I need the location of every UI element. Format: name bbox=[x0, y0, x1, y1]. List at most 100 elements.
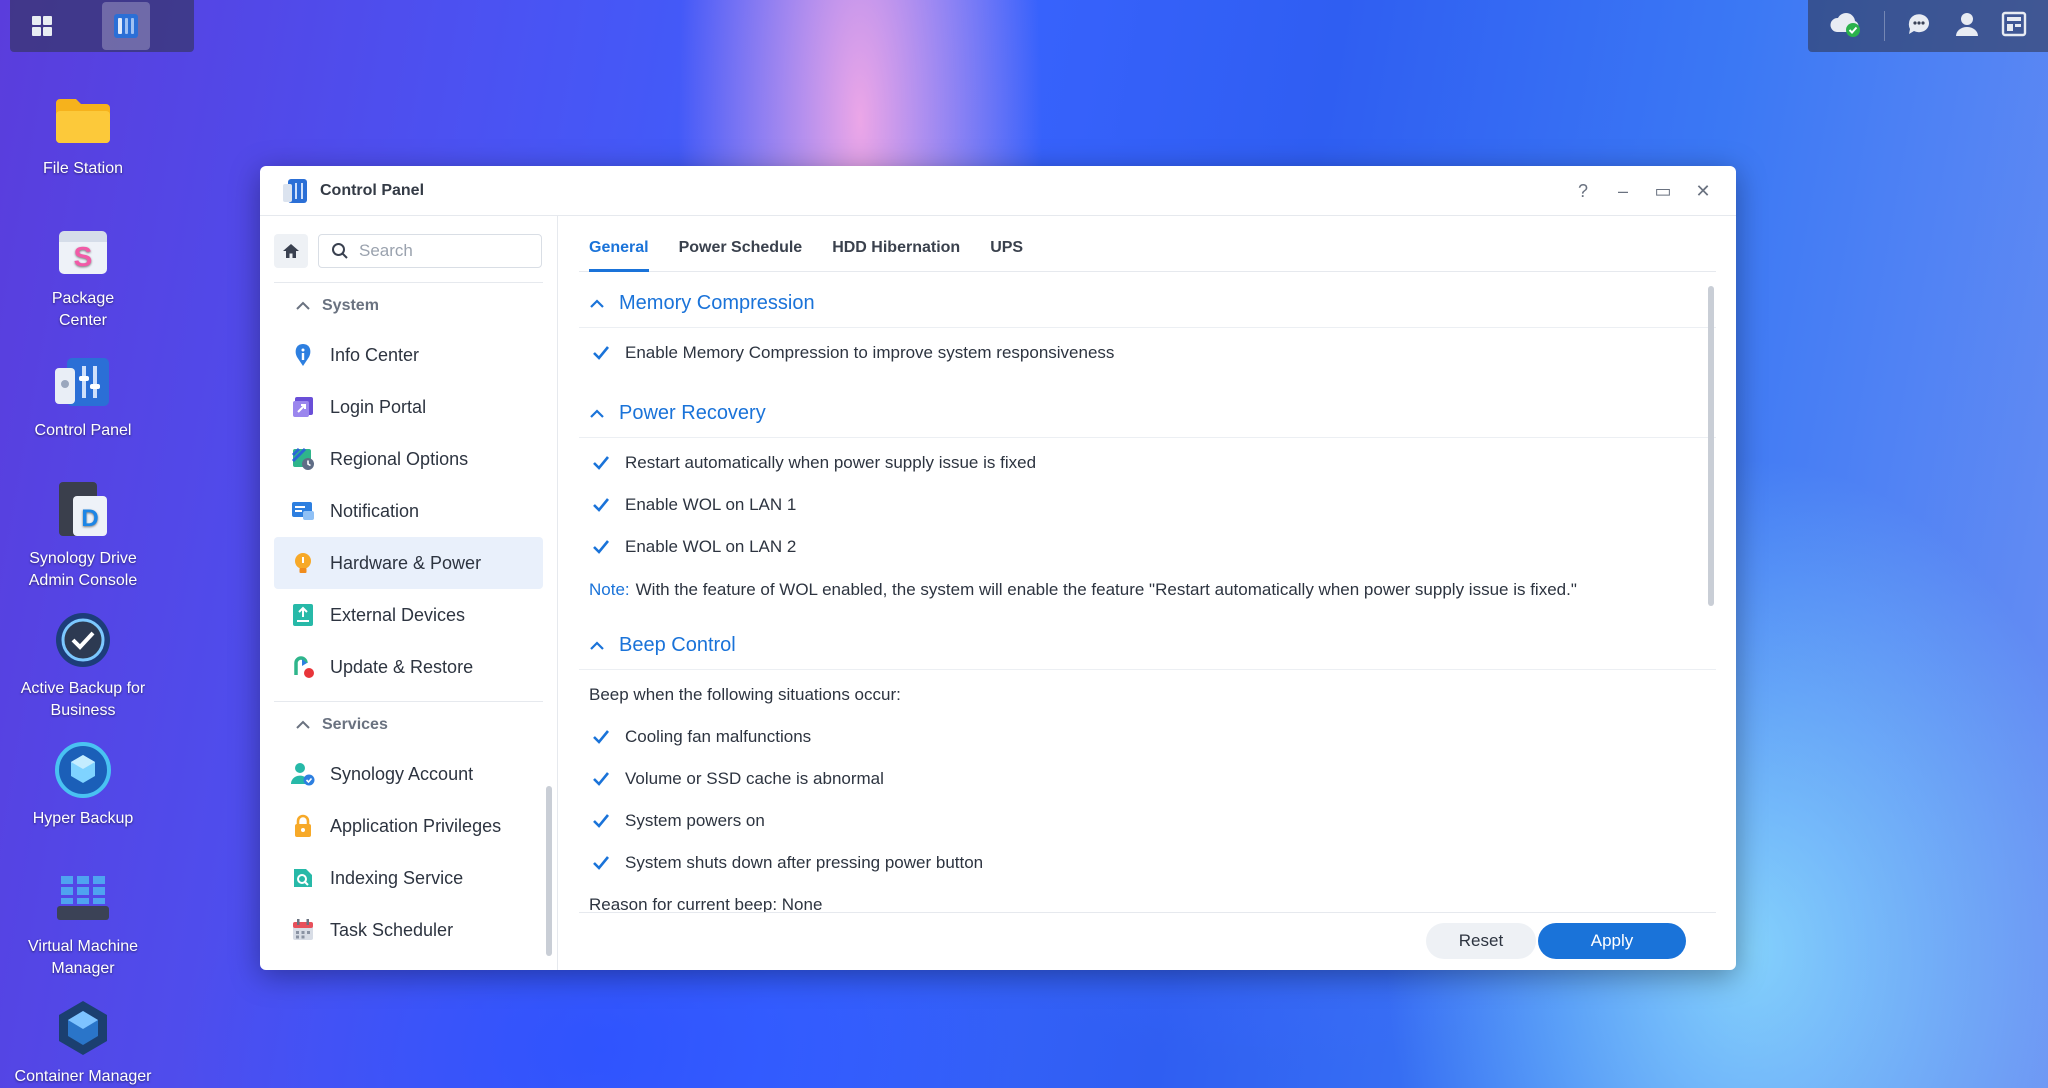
apply-button[interactable]: Apply bbox=[1538, 923, 1686, 959]
system-powers-on-checkbox[interactable] bbox=[591, 811, 611, 831]
section-memory-compression[interactable]: Memory Compression bbox=[579, 280, 1716, 328]
window-title: Control Panel bbox=[320, 181, 425, 199]
sidebar-item-external-devices[interactable]: External Devices bbox=[274, 589, 543, 641]
shutdown-power-button-checkbox[interactable] bbox=[591, 853, 611, 873]
footer: Reset Apply bbox=[579, 912, 1716, 970]
content-scrollbar[interactable] bbox=[1708, 286, 1714, 606]
login-portal-icon bbox=[293, 397, 313, 417]
note-text: With the feature of WOL enabled, the sys… bbox=[635, 580, 1577, 599]
desktop-icon-synology-drive-admin[interactable]: D Synology Drive Admin Console bbox=[0, 478, 166, 592]
tab-general[interactable]: General bbox=[589, 239, 649, 272]
hyper-backup-icon bbox=[51, 738, 115, 802]
search-input[interactable] bbox=[359, 241, 529, 261]
cloud-sync-icon[interactable] bbox=[1829, 10, 1863, 43]
user-icon[interactable] bbox=[1954, 11, 1980, 42]
desktop-icon-control-panel[interactable]: Control Panel bbox=[0, 350, 166, 442]
sidebar-item-hardware-power[interactable]: Hardware & Power bbox=[274, 537, 543, 589]
wol-lan2-checkbox[interactable] bbox=[591, 537, 611, 557]
calendar-icon bbox=[293, 919, 313, 940]
reset-button[interactable]: Reset bbox=[1426, 923, 1536, 959]
desktop-icon-hyper-backup[interactable]: Hyper Backup bbox=[0, 738, 166, 830]
close-button[interactable]: ✕ bbox=[1692, 178, 1714, 204]
sidebar-item-label: Task Scheduler bbox=[330, 919, 454, 940]
vm-manager-icon bbox=[51, 866, 115, 930]
option-label: Enable WOL on LAN 1 bbox=[625, 495, 797, 514]
desktop-icon-label: Hyper Backup bbox=[32, 810, 134, 827]
sidebar-item-label: Notification bbox=[330, 500, 420, 521]
sidebar-item-task-scheduler[interactable]: Task Scheduler bbox=[274, 904, 543, 956]
taskbar-control-panel[interactable] bbox=[102, 2, 150, 50]
sidebar-item-label: Hardware & Power bbox=[330, 552, 482, 573]
sidebar-item-update-restore[interactable]: Update & Restore bbox=[274, 641, 543, 693]
home-button[interactable] bbox=[274, 234, 308, 268]
grid-icon bbox=[32, 16, 52, 36]
desktop-icon-package-center[interactable]: S Package Center bbox=[0, 218, 166, 332]
option-label: System powers on bbox=[625, 811, 765, 830]
taskbar-left bbox=[10, 0, 194, 52]
tab-bar: General Power Schedule HDD Hibernation U… bbox=[579, 216, 1716, 272]
chevron-up-icon bbox=[590, 408, 604, 418]
volume-cache-checkbox[interactable] bbox=[591, 769, 611, 789]
sidebar-item-notification[interactable]: Notification bbox=[274, 485, 543, 537]
sidebar-item-application-privileges[interactable]: Application Privileges bbox=[274, 800, 543, 852]
maximize-button[interactable]: ▭ bbox=[1652, 178, 1674, 204]
option-row: Restart automatically when power supply … bbox=[579, 442, 1716, 484]
settings-content: Memory Compression Enable Memory Compres… bbox=[579, 276, 1716, 912]
sidebar-item-regional-options[interactable]: Regional Options bbox=[274, 433, 543, 485]
section-power-recovery[interactable]: Power Recovery bbox=[579, 390, 1716, 438]
main-menu-button[interactable] bbox=[18, 2, 66, 50]
sidebar-item-synology-account[interactable]: Synology Account bbox=[274, 748, 543, 800]
option-row: Enable WOL on LAN 1 bbox=[579, 484, 1716, 526]
window-titlebar[interactable]: Control Panel ? – ▭ ✕ bbox=[260, 166, 1736, 216]
option-label: Restart automatically when power supply … bbox=[625, 453, 1037, 472]
memory-compression-checkbox[interactable] bbox=[591, 343, 611, 363]
svg-text:S: S bbox=[74, 241, 93, 272]
tab-power-schedule[interactable]: Power Schedule bbox=[679, 239, 803, 271]
control-panel-icon bbox=[51, 350, 115, 414]
sidebar-item-login-portal[interactable]: Login Portal bbox=[274, 381, 543, 433]
help-button[interactable]: ? bbox=[1572, 178, 1594, 204]
option-row: System shuts down after pressing power b… bbox=[579, 842, 1716, 884]
cooling-fan-checkbox[interactable] bbox=[591, 727, 611, 747]
group-services[interactable]: Services bbox=[260, 702, 557, 748]
desktop-icon-container-manager[interactable]: Container Manager bbox=[0, 996, 166, 1088]
beep-intro: Beep when the following situations occur… bbox=[589, 685, 901, 704]
chevron-up-icon bbox=[296, 301, 310, 310]
checkmark-icon bbox=[593, 730, 610, 744]
checkmark-icon bbox=[593, 856, 610, 870]
group-system[interactable]: System bbox=[260, 283, 557, 329]
desktop-icon-label: Synology Drive Admin Console bbox=[28, 550, 138, 589]
section-title: Power Recovery bbox=[619, 402, 766, 424]
indexing-icon bbox=[294, 869, 312, 887]
desktop-icon-active-backup[interactable]: Active Backup for Business bbox=[0, 608, 166, 722]
desktop-icon-label: Active Backup for Business bbox=[20, 680, 146, 719]
checkmark-icon bbox=[593, 456, 610, 470]
option-row: Cooling fan malfunctions bbox=[579, 716, 1716, 758]
search-box[interactable] bbox=[318, 234, 542, 268]
minimize-button[interactable]: – bbox=[1612, 178, 1634, 204]
update-restore-icon bbox=[294, 656, 314, 678]
widgets-icon[interactable] bbox=[2001, 11, 2027, 42]
section-beep-control[interactable]: Beep Control bbox=[579, 622, 1716, 670]
option-row: Volume or SSD cache is abnormal bbox=[579, 758, 1716, 800]
desktop-icon-label: Package Center bbox=[51, 290, 115, 329]
sidebar-item-info-center[interactable]: Info Center bbox=[274, 329, 543, 381]
tab-ups[interactable]: UPS bbox=[990, 239, 1023, 271]
sidebar-item-label: Info Center bbox=[330, 344, 420, 365]
desktop-icon-file-station[interactable]: File Station bbox=[0, 88, 166, 180]
tab-hdd-hibernation[interactable]: HDD Hibernation bbox=[832, 239, 960, 271]
search-icon bbox=[332, 243, 348, 259]
main-panel: General Power Schedule HDD Hibernation U… bbox=[559, 216, 1736, 970]
desktop-icon-label: Container Manager bbox=[14, 1068, 152, 1085]
wol-lan1-checkbox[interactable] bbox=[591, 495, 611, 515]
restart-automatically-checkbox[interactable] bbox=[591, 453, 611, 473]
sidebar-scrollbar[interactable] bbox=[546, 786, 552, 956]
chat-icon[interactable] bbox=[1906, 11, 1932, 42]
sidebar: System Info Center Login Portal Regional… bbox=[260, 216, 558, 970]
option-label: Enable Memory Compression to improve sys… bbox=[625, 343, 1115, 362]
separator bbox=[1884, 11, 1886, 41]
desktop-icon-virtual-machine-manager[interactable]: Virtual Machine Manager bbox=[0, 866, 166, 980]
option-label: Volume or SSD cache is abnormal bbox=[625, 769, 884, 788]
sidebar-item-indexing-service[interactable]: Indexing Service bbox=[274, 852, 543, 904]
taskbar-right bbox=[1808, 0, 2048, 52]
